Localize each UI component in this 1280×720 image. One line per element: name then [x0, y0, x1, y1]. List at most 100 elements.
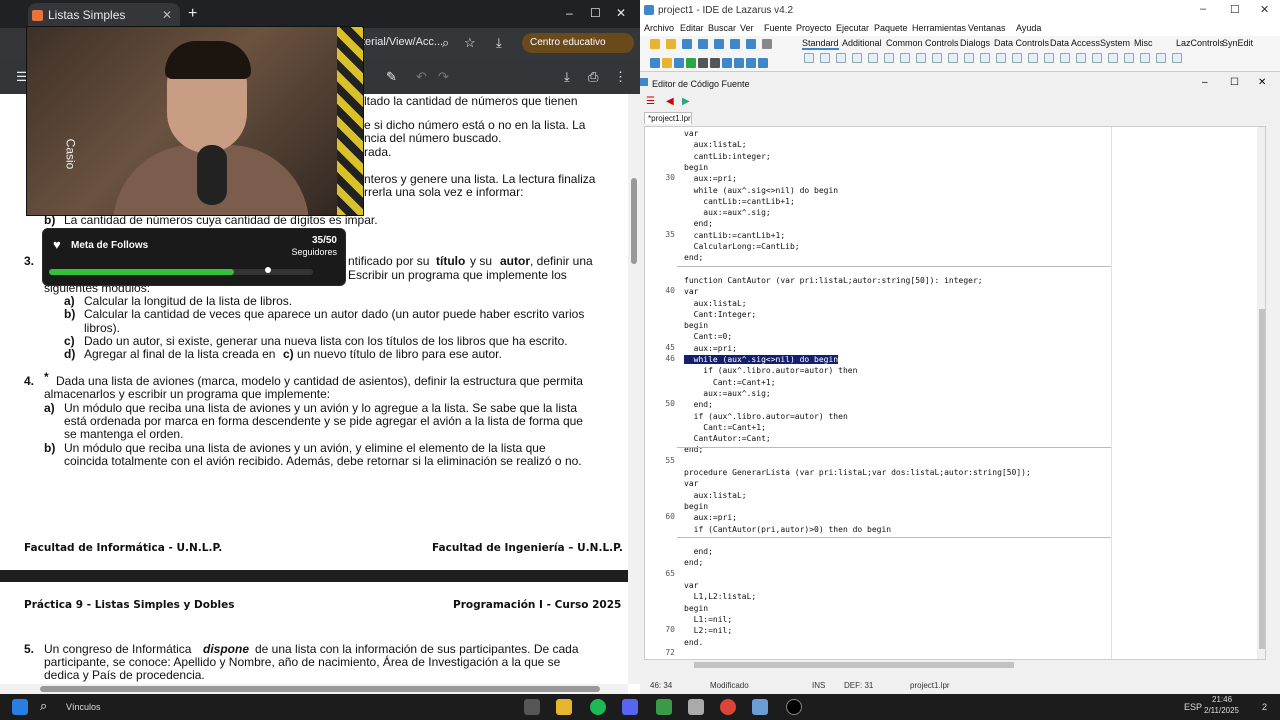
spotify-icon[interactable]: [590, 699, 606, 715]
search-label[interactable]: Vínculos: [66, 702, 101, 712]
run-toolbar-icon[interactable]: [758, 58, 768, 68]
maximize-button[interactable]: ☐: [590, 6, 601, 20]
editor-close[interactable]: ✕: [1258, 77, 1266, 88]
palette-tab[interactable]: Dialogs: [960, 38, 990, 48]
code-line[interactable]: begin: [684, 320, 708, 331]
editor-horizontal-scrollbar[interactable]: [644, 660, 1266, 670]
undo-icon[interactable]: ↶: [416, 69, 427, 85]
close-window-button[interactable]: ✕: [1260, 3, 1269, 16]
editor-maximize[interactable]: ☐: [1230, 77, 1239, 88]
palette-tab[interactable]: Additional: [842, 38, 882, 48]
toolbar-button-icon[interactable]: [746, 39, 756, 49]
code-line[interactable]: aux:=pri;: [684, 173, 737, 184]
menu-item[interactable]: Fuente: [764, 23, 792, 33]
toolbar-button-icon[interactable]: [698, 39, 708, 49]
menu-item[interactable]: Ver: [740, 23, 754, 33]
code-line[interactable]: var: [684, 286, 698, 297]
menu-item[interactable]: Buscar: [708, 23, 736, 33]
menu-item[interactable]: Proyecto: [796, 23, 832, 33]
scroll-thumb[interactable]: [631, 178, 637, 264]
component-icon[interactable]: [884, 53, 894, 63]
code-line[interactable]: end;: [684, 399, 713, 410]
print-icon[interactable]: ⎙: [588, 69, 598, 85]
editor-vertical-scrollbar[interactable]: [1257, 127, 1265, 659]
menu-item[interactable]: Paquete: [874, 23, 908, 33]
run-toolbar-icon[interactable]: [662, 58, 672, 68]
minimize-button[interactable]: –: [1200, 3, 1206, 15]
component-icon[interactable]: [1044, 53, 1054, 63]
code-line[interactable]: CantAutor:=Cant;: [684, 433, 771, 444]
menu-item[interactable]: Ventanas: [968, 23, 1006, 33]
windows-start-icon[interactable]: [12, 699, 28, 715]
toolbar-button-icon[interactable]: [730, 39, 740, 49]
code-line[interactable]: end;: [684, 546, 713, 557]
code-line[interactable]: if (aux^.libro.autor=autor) then: [684, 365, 857, 376]
discord-icon[interactable]: [622, 699, 638, 715]
nav-menu-icon[interactable]: ☰: [646, 96, 655, 107]
pdf-download-icon[interactable]: ⤓: [564, 69, 570, 85]
close-window-button[interactable]: ✕: [616, 6, 626, 20]
draw-icon[interactable]: ✎: [386, 69, 397, 85]
code-line[interactable]: var: [684, 128, 698, 139]
component-icon[interactable]: [1012, 53, 1022, 63]
pdf-horizontal-scrollbar[interactable]: [0, 684, 628, 694]
code-line[interactable]: L1,L2:listaL;: [684, 591, 757, 602]
component-icon[interactable]: [1092, 53, 1102, 63]
keyboard-language[interactable]: ESP: [1184, 702, 1202, 712]
palette-tab[interactable]: Common Controls: [886, 38, 959, 48]
component-icon[interactable]: [804, 53, 814, 63]
menu-item[interactable]: Editar: [680, 23, 704, 33]
run-toolbar-icon[interactable]: [710, 58, 720, 68]
code-line[interactable]: aux:=aux^.sig;: [684, 388, 770, 399]
url-text[interactable]: terial/View/Acc...: [362, 36, 443, 48]
obs-icon[interactable]: [786, 699, 802, 715]
component-icon[interactable]: [1060, 53, 1070, 63]
xbox-icon[interactable]: [656, 699, 672, 715]
component-icon[interactable]: [1028, 53, 1038, 63]
code-line[interactable]: Cant:=Cant+1;: [684, 422, 766, 433]
component-icon[interactable]: [1108, 53, 1118, 63]
more-options-icon[interactable]: ⋮: [614, 69, 627, 85]
toolbar-button-icon[interactable]: [682, 39, 692, 49]
palette-tab[interactable]: System: [1100, 38, 1130, 48]
editor-minimize[interactable]: –: [1202, 77, 1208, 88]
component-icon[interactable]: [948, 53, 958, 63]
notification-count[interactable]: 2: [1262, 702, 1267, 712]
code-line[interactable]: while (aux^.sig<>nil) do begin: [684, 354, 839, 365]
file-tab[interactable]: *project1.lpr: [644, 112, 692, 124]
code-line[interactable]: if (CantAutor(pri,autor)>0) then do begi…: [684, 524, 891, 535]
toolbar-button-icon[interactable]: [714, 39, 724, 49]
code-editor[interactable]: 30 35 40 45 46 50 55 60 65 70 72 var aux:listaL; c…: [644, 126, 1266, 660]
code-line[interactable]: Cant:Integer;: [684, 309, 757, 320]
code-line[interactable]: cantLib:=cantLib+1;: [684, 230, 786, 241]
palette-tab[interactable]: Data Controls: [994, 38, 1049, 48]
task-view-icon[interactable]: [524, 699, 540, 715]
run-toolbar-icon[interactable]: [650, 58, 660, 68]
file-explorer-icon[interactable]: [556, 699, 572, 715]
bookmark-star-icon[interactable]: ☆: [464, 35, 476, 51]
code-line[interactable]: begin: [684, 501, 708, 512]
back-arrow-icon[interactable]: ◀: [666, 96, 674, 107]
pdf-vertical-scrollbar[interactable]: [628, 94, 640, 684]
component-icon[interactable]: [836, 53, 846, 63]
code-line[interactable]: var: [684, 478, 698, 489]
scroll-thumb[interactable]: [694, 662, 1014, 668]
clock-time[interactable]: 21:46: [1212, 695, 1232, 704]
run-toolbar-icon[interactable]: [686, 58, 696, 68]
palette-tab[interactable]: Standard: [802, 38, 839, 50]
code-line[interactable]: function CantAutor (var pri:listaL;autor…: [684, 275, 983, 286]
code-line[interactable]: L2:=nil;: [684, 625, 733, 636]
lazarus-taskbar-icon[interactable]: [752, 699, 768, 715]
code-line[interactable]: var: [684, 580, 698, 591]
menu-item[interactable]: Ejecutar: [836, 23, 869, 33]
scroll-thumb[interactable]: [1259, 309, 1265, 649]
zoom-icon[interactable]: ⌕: [442, 35, 449, 51]
code-line[interactable]: aux:listaL;: [684, 490, 747, 501]
code-line[interactable]: aux:listaL;: [684, 139, 747, 150]
highlighted-code[interactable]: while (aux^.sig<>nil) do begin: [684, 355, 839, 364]
palette-tab[interactable]: Misc: [1134, 38, 1153, 48]
code-line[interactable]: end;: [684, 218, 713, 229]
run-toolbar-icon[interactable]: [698, 58, 708, 68]
code-line[interactable]: aux:=pri;: [684, 512, 737, 523]
search-icon[interactable]: ⌕: [40, 698, 47, 714]
